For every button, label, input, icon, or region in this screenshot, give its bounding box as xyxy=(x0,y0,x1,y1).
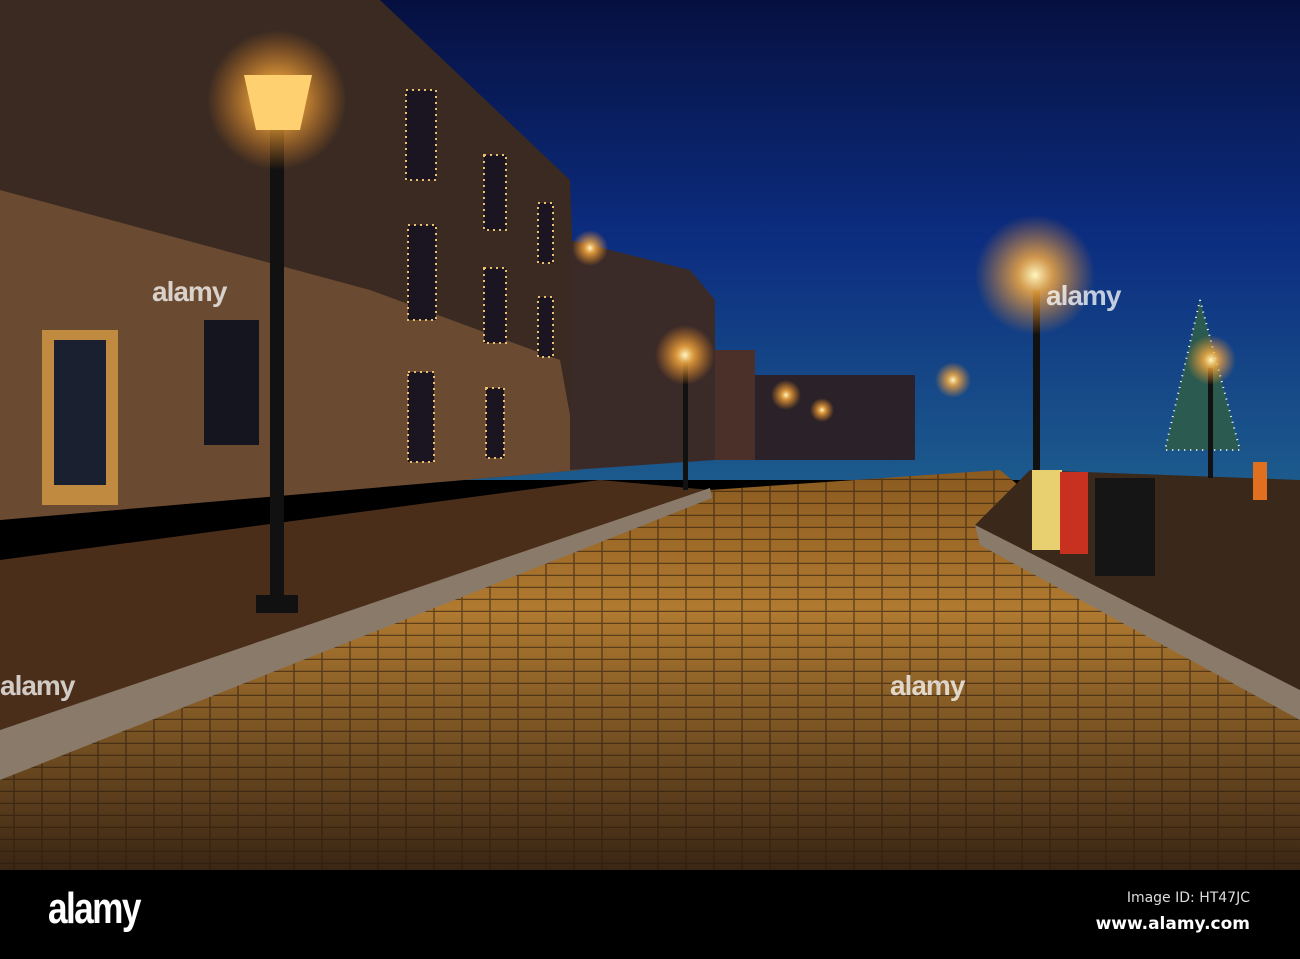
stock-photo: alamy alamy alamy alamy alamy Image ID: … xyxy=(0,0,1300,959)
night-street-photo xyxy=(0,0,1300,870)
image-id: Image ID: HT47JC xyxy=(1126,890,1250,906)
alamy-logo: alamy xyxy=(48,884,141,933)
watermark: alamy xyxy=(1046,280,1121,311)
newspaper-box xyxy=(1032,470,1062,550)
site-url: www.alamy.com xyxy=(1095,914,1250,934)
watermark: alamy xyxy=(152,276,227,307)
footer-bar: alamy Image ID: HT47JC www.alamy.com xyxy=(0,870,1300,959)
watermark: alamy xyxy=(890,670,965,701)
watermark: alamy xyxy=(0,670,75,701)
